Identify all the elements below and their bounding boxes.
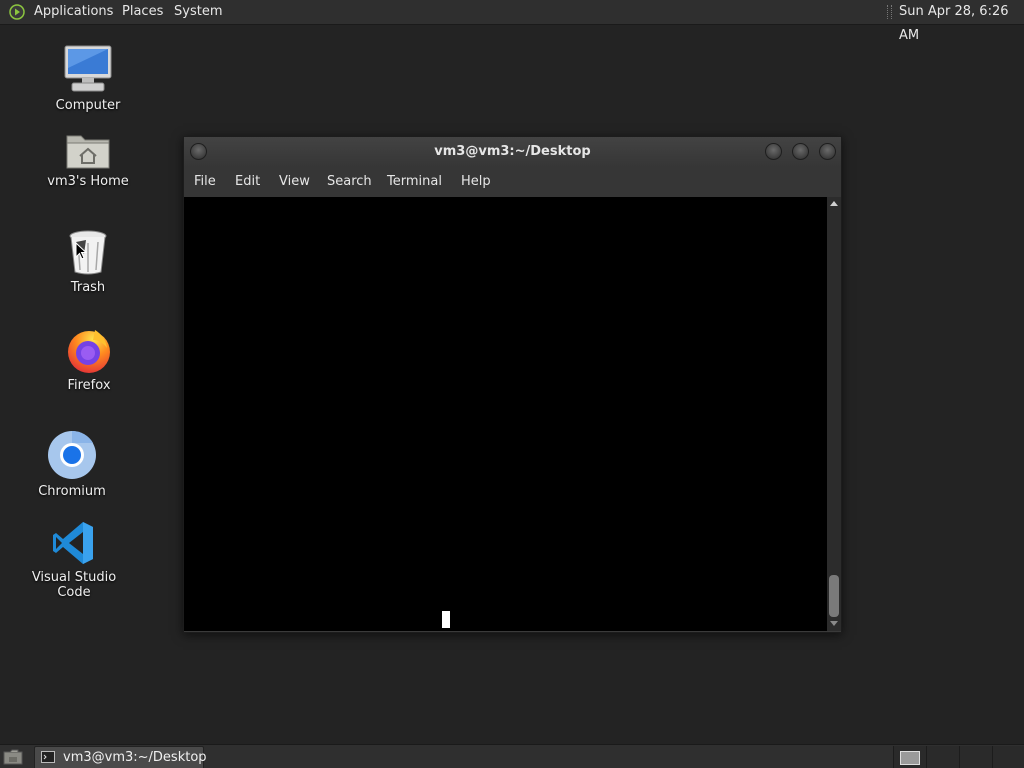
taskbar-item-terminal[interactable]: vm3@vm3:~/Desktop [34,746,207,768]
applications-menu[interactable]: Applications [31,0,116,24]
places-menu[interactable]: Places [119,0,166,24]
top-panel: Applications Places System Sun Apr 28, 6… [0,0,1024,43]
vscode-icon [53,522,93,564]
maximize-button[interactable] [792,143,809,160]
computer-icon [64,45,112,92]
chromium-icon [48,430,96,479]
terminal-output[interactable] [184,197,827,631]
text-cursor [442,611,450,628]
bottom-panel: vm3@vm3:~/Desktop [0,744,1024,768]
home-folder-icon [66,135,110,169]
menu-search[interactable]: Search [327,167,372,197]
trash-icon [69,230,107,275]
menu-edit[interactable]: Edit [235,167,260,197]
desktop-icon-label: Visual Studio Code [31,570,117,600]
desktop-icon-chromium[interactable]: Chromium [12,430,132,499]
scroll-down-arrow-icon[interactable] [830,621,838,626]
workspace-1[interactable] [893,746,926,768]
workspace-2[interactable] [926,746,959,768]
desktop-icon-firefox[interactable]: Firefox [29,326,149,393]
firefox-icon [68,330,110,373]
menu-file[interactable]: File [194,167,216,197]
window-titlebar[interactable]: vm3@vm3:~/Desktop [184,137,841,167]
desktop-icon-computer[interactable]: Computer [28,44,148,113]
workspace-4[interactable] [992,746,1024,768]
applications-menu-icon[interactable] [9,4,25,20]
workspace-3[interactable] [959,746,992,768]
workspace-window-preview [900,751,920,765]
desktop-icon-trash[interactable]: Trash [28,228,148,295]
window-title: vm3@vm3:~/Desktop [434,144,591,159]
panel-handle[interactable] [887,5,892,19]
terminal-icon [41,751,55,763]
desktop-icon-label: vm3's Home [47,174,129,189]
menu-terminal[interactable]: Terminal [387,167,442,197]
system-menu[interactable]: System [171,0,225,24]
clock[interactable]: Sun Apr 28, 6:26 AM [899,0,1024,48]
desktop-icon-vscode[interactable]: Visual Studio Code [14,520,134,600]
menu-view[interactable]: View [279,167,310,197]
desktop-icon-label: Chromium [38,484,106,499]
close-button[interactable] [819,143,836,160]
minimize-button[interactable] [765,143,782,160]
scrollbar-thumb[interactable] [829,575,839,617]
terminal-window[interactable]: vm3@vm3:~/Desktop File Edit View Search … [183,136,842,633]
desktop-icon-label: Firefox [67,378,111,393]
desktop-icon-label: Trash [70,280,106,295]
terminal-scrollbar[interactable] [827,197,841,631]
desktop-icon-home[interactable]: vm3's Home [28,130,148,189]
scroll-up-arrow-icon[interactable] [830,201,838,206]
taskbar-item-label: vm3@vm3:~/Desktop [63,750,207,765]
mouse-pointer-icon [75,242,87,260]
show-desktop-icon[interactable] [3,749,23,765]
desktop-icon-label: Computer [55,98,121,113]
menu-help[interactable]: Help [461,167,491,197]
terminal-menubar: File Edit View Search Terminal Help [184,167,841,197]
